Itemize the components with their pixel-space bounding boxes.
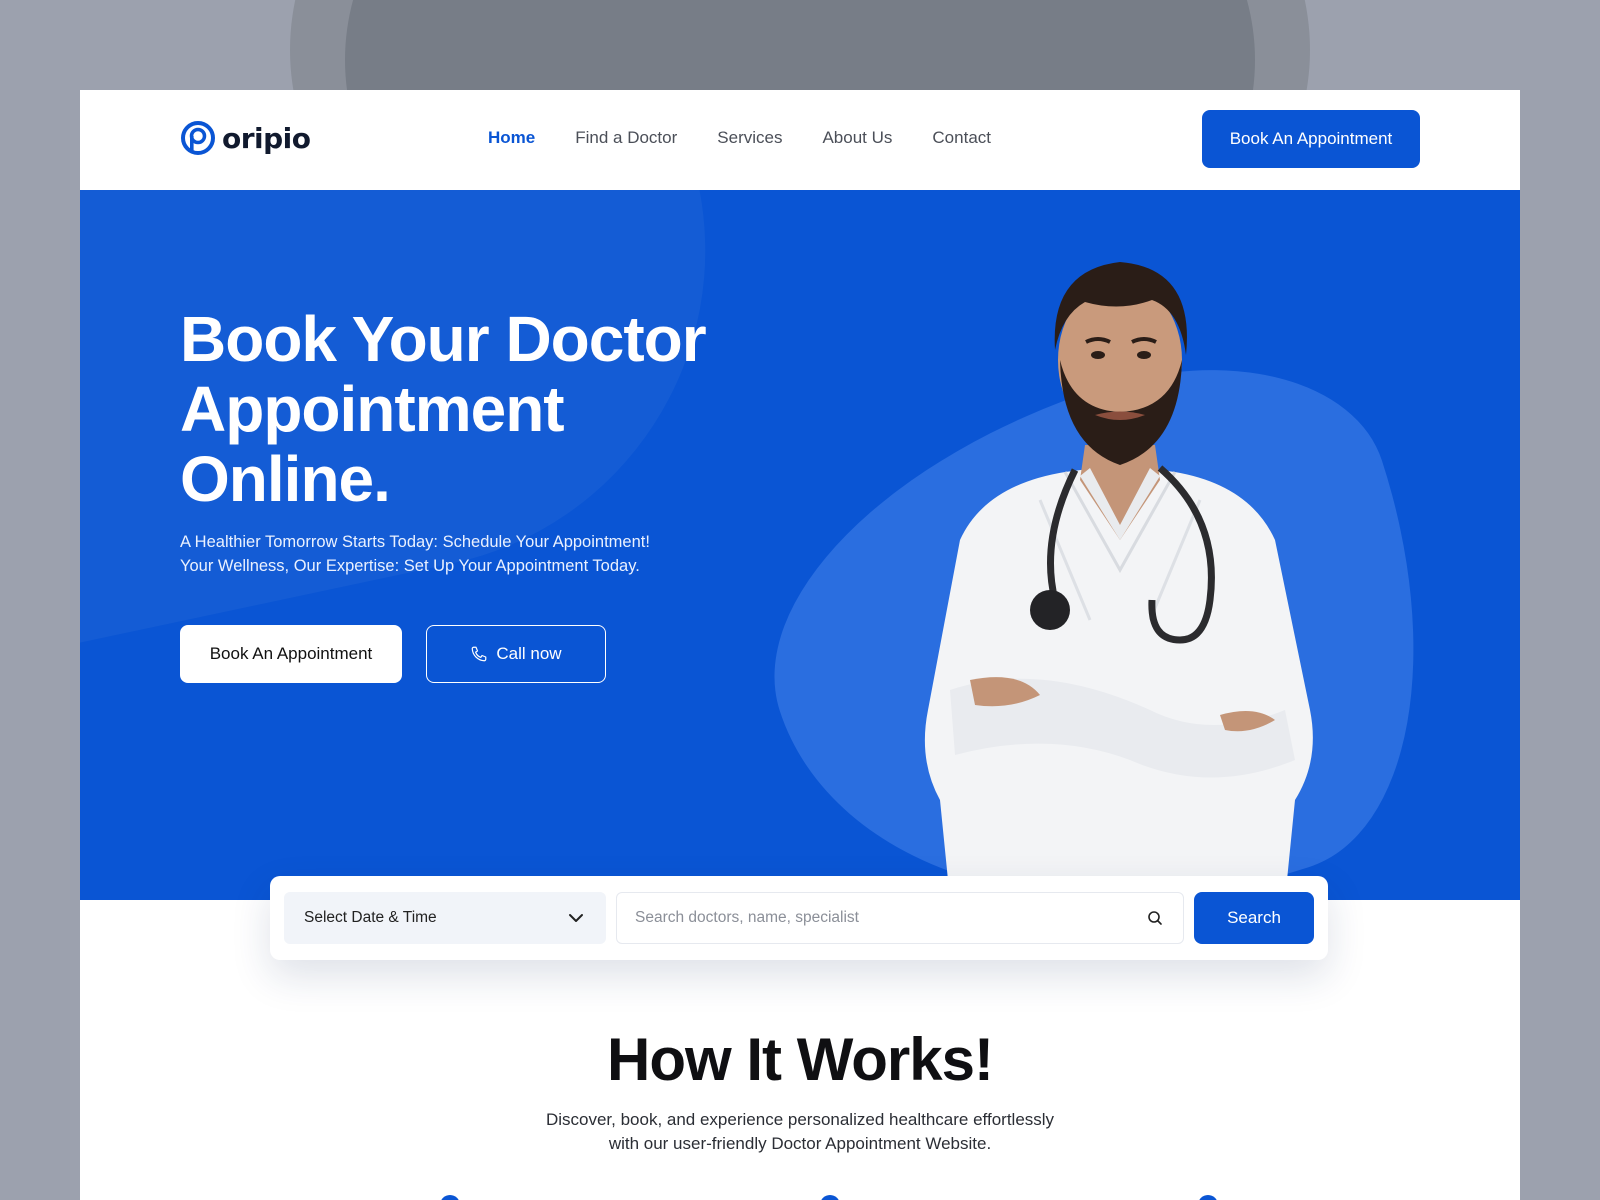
search-field	[616, 892, 1184, 944]
how-it-works-title: How It Works!	[607, 1026, 994, 1093]
hero-book-appointment-button[interactable]: Book An Appointment	[180, 625, 402, 683]
search-input[interactable]	[617, 893, 1137, 943]
hero-title-line: Appointment	[180, 373, 565, 445]
nav-find-a-doctor[interactable]: Find a Doctor	[575, 128, 677, 148]
hero-title-line: Book Your Doctor	[180, 303, 707, 375]
date-time-select-value: Select Date & Time	[304, 909, 437, 926]
date-time-select[interactable]: Select Date & Time	[284, 892, 606, 944]
logo-icon	[181, 121, 215, 155]
hero-title-line: Online.	[180, 443, 391, 515]
step-marker	[1198, 1195, 1218, 1200]
hero-title: Book Your Doctor Appointment Online.	[180, 304, 740, 514]
hero-subtitle: A Healthier Tomorrow Starts Today: Sched…	[180, 530, 740, 578]
how-it-works-subtitle: Discover, book, and experience personali…	[80, 1108, 1520, 1156]
search-icon[interactable]	[1147, 910, 1163, 926]
hero-subtitle-line: Your Wellness, Our Expertise: Set Up You…	[180, 557, 640, 575]
hero-section: Book Your Doctor Appointment Online. A H…	[80, 190, 1520, 900]
phone-icon	[472, 646, 487, 662]
search-bar: Select Date & Time Search	[270, 876, 1328, 960]
header-book-appointment-button[interactable]: Book An Appointment	[1202, 110, 1420, 168]
logo-text: oripio	[222, 121, 311, 155]
how-it-works-subtitle-line: with our user-friendly Doctor Appointmen…	[608, 1134, 992, 1153]
step-marker	[440, 1195, 460, 1200]
nav-services[interactable]: Services	[717, 128, 782, 148]
page-frame: oripio Home Find a Doctor Services About…	[80, 90, 1520, 1200]
search-button[interactable]: Search	[1194, 892, 1314, 944]
chevron-down-icon	[569, 914, 583, 922]
step-marker	[820, 1195, 840, 1200]
nav-home[interactable]: Home	[488, 128, 535, 148]
logo[interactable]: oripio	[180, 120, 311, 156]
doctor-photo	[924, 262, 1313, 900]
call-now-label: Call now	[496, 644, 562, 663]
hero-subtitle-line: A Healthier Tomorrow Starts Today: Sched…	[180, 533, 650, 551]
nav-about-us[interactable]: About Us	[822, 128, 892, 148]
how-it-works-subtitle-line: Discover, book, and experience personali…	[545, 1110, 1055, 1129]
call-now-button[interactable]: Call now	[426, 625, 606, 683]
main-nav: Home Find a Doctor Services About Us Con…	[488, 128, 991, 148]
nav-contact[interactable]: Contact	[932, 128, 991, 148]
site-header: oripio Home Find a Doctor Services About…	[80, 90, 1520, 190]
